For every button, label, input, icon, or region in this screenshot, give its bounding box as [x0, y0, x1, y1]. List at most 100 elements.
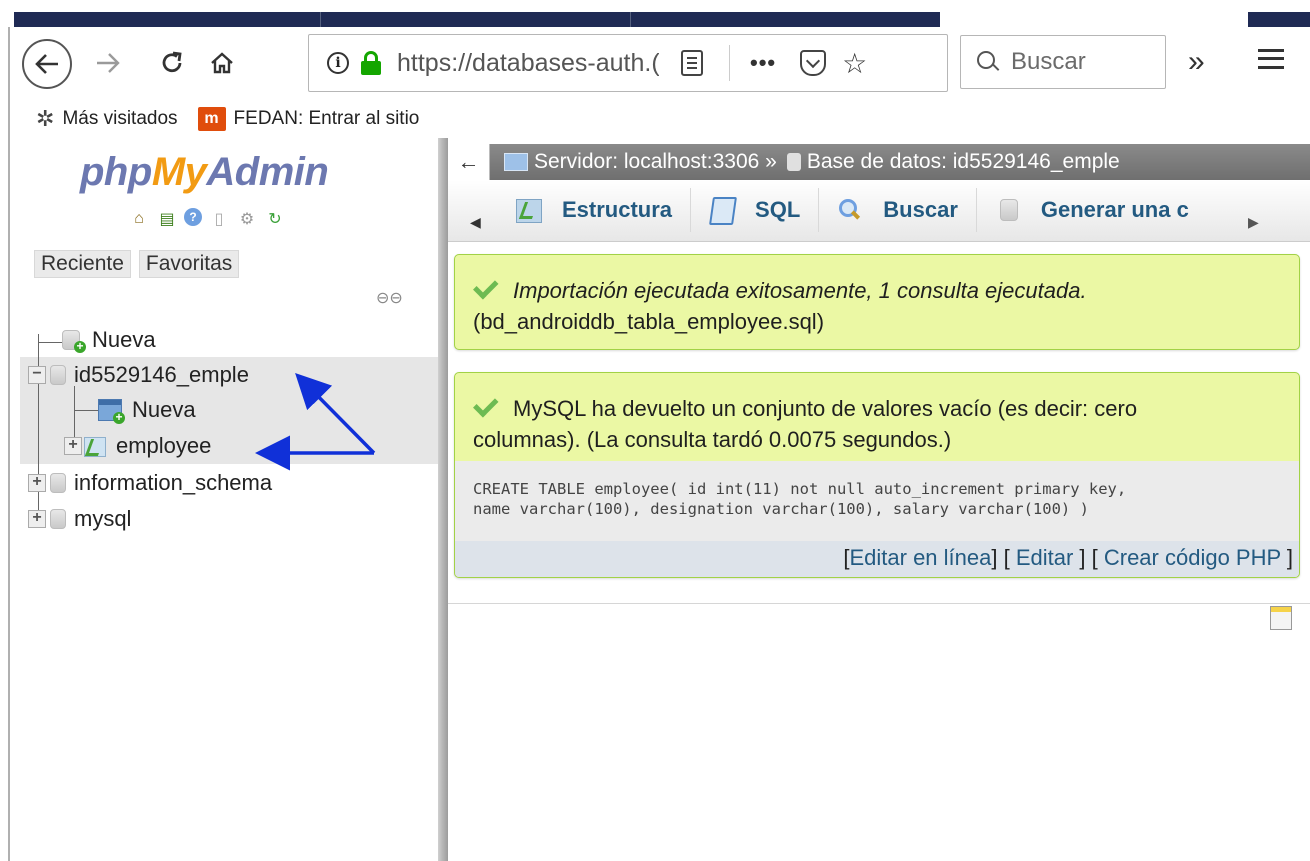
- collapse-nav-button[interactable]: ←: [448, 144, 490, 180]
- arrow-right-icon: [97, 53, 120, 73]
- tab-export[interactable]: Generar una c: [977, 188, 1207, 232]
- expand-icon[interactable]: +: [28, 474, 46, 492]
- tab-label: SQL: [755, 197, 801, 222]
- search-icon: [977, 51, 999, 73]
- tab-favorites[interactable]: Favoritas: [138, 250, 240, 278]
- tree-item-db-id5529146-emple[interactable]: − id5529146_emple: [28, 357, 249, 393]
- tree-item-table-employee[interactable]: + employee: [64, 428, 211, 464]
- success-check-icon: [473, 392, 499, 418]
- lock-icon[interactable]: [361, 51, 381, 75]
- exit-icon[interactable]: ▤: [156, 208, 178, 230]
- settings-icon[interactable]: ⚙: [236, 208, 258, 230]
- tab-label: Buscar: [883, 197, 958, 222]
- navigation-panel: phpMyAdmin ⌂ ▤ ? ▯ ⚙ ↻ Reciente Favorita…: [10, 138, 445, 861]
- help-icon[interactable]: ?: [184, 208, 202, 226]
- url-text[interactable]: https://databases-auth.(: [397, 49, 659, 78]
- sql-query-actions: [Editar en línea] [ Editar ] [ Crear cód…: [455, 541, 1299, 577]
- import-message-text: Importación ejecutada exitosamente, 1 co…: [513, 278, 1087, 303]
- collapse-icon[interactable]: −: [28, 366, 46, 384]
- content-divider: [448, 603, 1310, 604]
- search-placeholder: Buscar: [1011, 48, 1086, 75]
- result-message-line1: MySQL ha devuelto un conjunto de valores…: [513, 396, 1138, 421]
- sql-query-code: CREATE TABLE employee( id int(11) not nu…: [455, 461, 1299, 541]
- tree-line: [74, 410, 98, 411]
- tab-search[interactable]: Buscar: [819, 188, 977, 232]
- breadcrumb-bar: ← Servidor: localhost:3306 » Base de dat…: [448, 144, 1310, 180]
- search-box[interactable]: Buscar: [960, 35, 1166, 89]
- logo-admin: Admin: [206, 150, 329, 194]
- hamburger-menu-icon[interactable]: [1258, 49, 1284, 69]
- expand-icon[interactable]: +: [28, 510, 46, 528]
- more-actions-icon[interactable]: •••: [750, 50, 776, 76]
- tab-sql[interactable]: SQL: [691, 188, 820, 232]
- structure-icon: [516, 197, 542, 223]
- breadcrumb-server[interactable]: Servidor: localhost:3306 »: [534, 150, 777, 174]
- bookmark-fedan[interactable]: FEDAN: Entrar al sitio: [234, 108, 420, 130]
- tree-item-db-information-schema[interactable]: + information_schema: [28, 465, 272, 501]
- url-bar-divider: [729, 45, 730, 81]
- search-icon: [837, 197, 863, 223]
- bookmarks-bar: ✲ Más visitados m FEDAN: Entrar al sitio: [10, 100, 1310, 138]
- browser-tab-strip: [0, 0, 1310, 27]
- server-icon: [504, 153, 528, 171]
- tab-separator: [630, 12, 631, 27]
- database-icon: [786, 153, 801, 171]
- tab-bar-background: [14, 12, 940, 27]
- table-icon: [82, 435, 108, 457]
- scroll-left-icon[interactable]: ◀: [470, 214, 481, 231]
- reader-view-icon[interactable]: [681, 50, 703, 76]
- expand-icon[interactable]: +: [64, 437, 82, 455]
- moodle-icon: m: [197, 107, 226, 131]
- documentation-icon[interactable]: ▯: [208, 208, 230, 230]
- panel-resize-handle[interactable]: [438, 138, 448, 861]
- main-content: ← Servidor: localhost:3306 » Base de dat…: [448, 138, 1310, 861]
- tab-label: Generar una c: [1040, 197, 1189, 222]
- tree-item-label: id5529146_emple: [74, 362, 249, 387]
- tree-item-label: information_schema: [74, 470, 273, 495]
- link-icon[interactable]: ⊖⊖: [376, 288, 403, 308]
- logo-php: php: [80, 150, 152, 194]
- info-icon[interactable]: i: [327, 52, 349, 74]
- tab-label: Estructura: [562, 197, 673, 222]
- bookmark-most-visited[interactable]: Más visitados: [62, 108, 177, 130]
- pocket-icon[interactable]: [800, 50, 827, 76]
- tab-bar-background: [1248, 12, 1310, 27]
- tree-item-label: Nueva: [92, 327, 156, 352]
- edit-inline-link[interactable]: Editar en línea: [849, 545, 991, 570]
- phpmyadmin-logo[interactable]: phpMyAdmin: [80, 150, 329, 195]
- console-toggle-icon[interactable]: [1270, 606, 1292, 630]
- breadcrumb-database[interactable]: Base de datos: id5529146_emple: [807, 150, 1120, 174]
- import-file-name: (bd_androiddb_tabla_employee.sql): [473, 309, 825, 334]
- reload-button[interactable]: [154, 45, 190, 81]
- create-php-code-link[interactable]: Crear código PHP: [1104, 545, 1281, 570]
- home-button[interactable]: [204, 45, 240, 81]
- logo-my: My: [151, 150, 207, 194]
- result-message-line2: columnas). (La consulta tardó 0.0075 seg…: [473, 427, 952, 452]
- new-table-icon: [98, 399, 125, 424]
- nav-icon-row: ⌂ ▤ ? ▯ ⚙ ↻: [128, 208, 286, 230]
- scroll-right-icon[interactable]: ▶: [1248, 214, 1259, 231]
- tree-item-new-table[interactable]: Nueva: [98, 392, 196, 428]
- top-menu-tabs: ◀ Estructura SQL Buscar Generar una c ▶: [448, 180, 1310, 242]
- tree-item-label: mysql: [74, 506, 132, 531]
- home-icon[interactable]: ⌂: [128, 208, 150, 230]
- query-result-message: MySQL ha devuelto un conjunto de valores…: [454, 372, 1300, 578]
- overflow-chevron-icon[interactable]: »: [1188, 45, 1205, 79]
- sql-line: CREATE TABLE employee( id int(11) not nu…: [473, 480, 1127, 498]
- tree-item-new-db[interactable]: Nueva: [62, 322, 156, 358]
- sql-line: name varchar(100), designation varchar(1…: [473, 500, 1089, 518]
- tree-item-db-mysql[interactable]: + mysql: [28, 501, 131, 537]
- edit-link[interactable]: Editar: [1016, 545, 1073, 570]
- url-bar[interactable]: i https://databases-auth.( ••• ☆: [308, 34, 948, 92]
- back-button[interactable]: [22, 39, 72, 89]
- home-icon: [211, 52, 233, 74]
- refresh-icon[interactable]: ↻: [264, 208, 286, 230]
- tab-separator: [320, 12, 321, 27]
- tab-structure[interactable]: Estructura: [498, 188, 692, 232]
- tree-item-label: employee: [116, 433, 212, 458]
- export-icon: [995, 197, 1021, 223]
- forward-button[interactable]: [90, 45, 126, 81]
- tab-recent[interactable]: Reciente: [34, 250, 131, 278]
- bookmark-star-icon[interactable]: ☆: [842, 47, 867, 80]
- database-icon: [50, 365, 66, 385]
